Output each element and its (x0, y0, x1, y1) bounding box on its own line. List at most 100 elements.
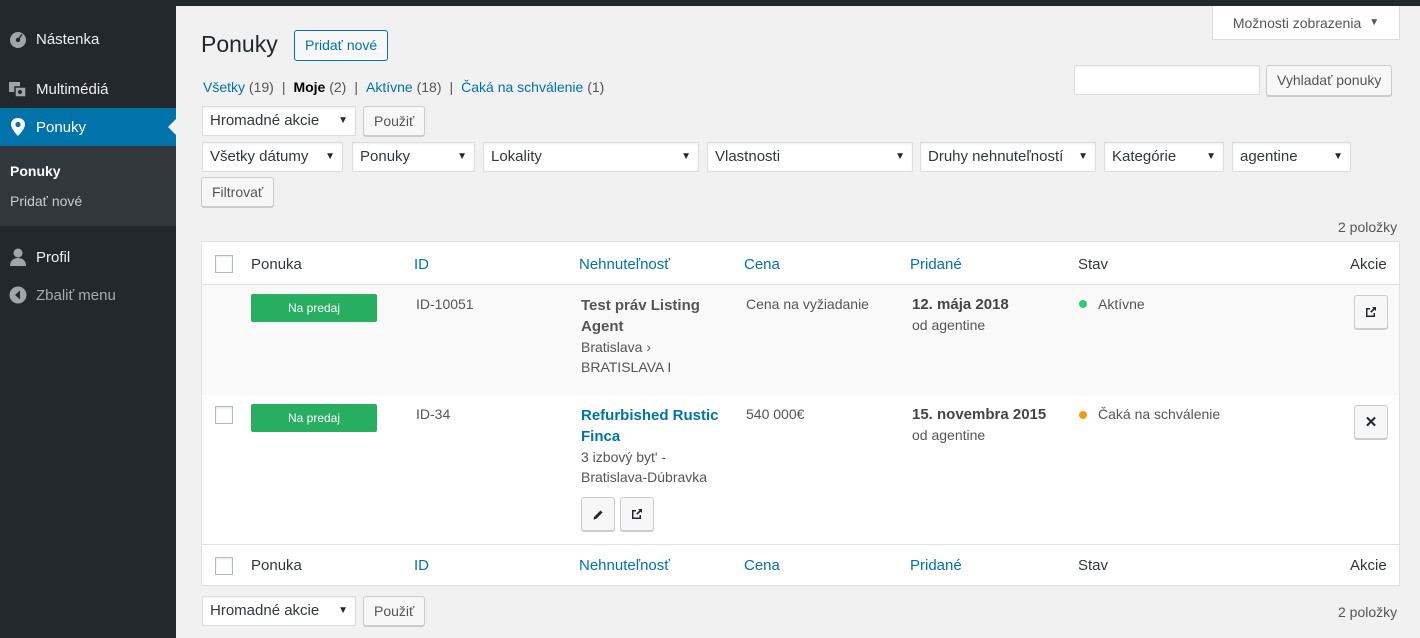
listing-id: ID-10051 (416, 296, 474, 312)
select-all-checkbox[interactable] (215, 255, 233, 273)
media-icon (0, 79, 36, 99)
filter-button[interactable]: Filtrovať (201, 177, 275, 207)
date-filter-select[interactable]: Všetky dátumy ▼ (202, 142, 343, 172)
view-listing-button[interactable] (1354, 295, 1388, 329)
sidebar-item-label: Multimédiá (36, 80, 109, 98)
view-filter-links: Všetky (19) | Moje (2) | Aktívne (18) | … (203, 79, 604, 95)
offers-filter-select[interactable]: Ponuky ▼ (352, 142, 475, 172)
close-icon: ✕ (1364, 414, 1378, 431)
column-added[interactable]: Pridané (910, 256, 962, 273)
listing-author: od agentine (912, 427, 986, 443)
sidebar-item-dashboard[interactable]: Nástenka (0, 20, 176, 58)
property-types-filter-select[interactable]: Druhy nehnuteľností ▼ (920, 142, 1096, 172)
offers-submenu: Ponuky Pridať nové (0, 146, 176, 226)
chevron-down-icon: ▼ (338, 115, 348, 126)
listing-id: ID-34 (416, 406, 451, 422)
properties-filter-select[interactable]: Vlastnosti ▼ (707, 142, 913, 172)
select-all-checkbox-footer[interactable] (215, 557, 233, 575)
admin-bar (0, 0, 1420, 6)
categories-filter-select[interactable]: Kategórie ▼ (1104, 142, 1224, 172)
screen-options-button[interactable]: Možnosti zobrazenia ▼ (1212, 6, 1400, 40)
external-link-icon (632, 509, 642, 519)
sidebar-item-media[interactable]: Multimédiá (0, 70, 176, 108)
chevron-down-icon: ▼ (895, 151, 905, 162)
collapse-icon (0, 286, 36, 304)
listing-location: Bratislava › (581, 339, 652, 355)
view-all[interactable]: Všetky (19) (203, 79, 274, 95)
row-checkbox[interactable] (215, 406, 233, 424)
admin-sidebar: Nástenka Multimédiá Ponuky Ponuky Pridať… (0, 6, 176, 638)
listing-title-link-cont[interactable]: Finca (581, 426, 620, 447)
column-price[interactable]: Cena (744, 256, 780, 273)
column-actions: Akcie (1350, 256, 1387, 273)
chevron-down-icon: ▼ (457, 151, 467, 162)
listing-author: od agentine (912, 317, 986, 333)
sale-badge: Na predaj (251, 294, 377, 322)
column-status: Stav (1078, 557, 1109, 574)
listing-status: Čaká na schválenie (1098, 406, 1221, 422)
sale-badge: Na predaj (251, 404, 377, 432)
listing-status: Aktívne (1098, 296, 1145, 312)
listing-location: 3 izbový byt' - (581, 449, 667, 465)
page-title: Ponuky (201, 31, 278, 57)
listing-location-cont: BRATISLAVA I (581, 359, 672, 375)
column-price[interactable]: Cena (744, 557, 780, 574)
submenu-item-add-new[interactable]: Pridať nové (10, 193, 82, 209)
submenu-item-offers[interactable]: Ponuky (10, 163, 61, 179)
dashboard-icon (0, 29, 36, 49)
bulk-actions-select[interactable]: Hromadné akcie ▼ (202, 106, 356, 136)
column-property[interactable]: Nehnuteľnosť (579, 256, 670, 273)
view-mine[interactable]: Moje (2) (293, 79, 346, 95)
apply-button-bottom[interactable]: Použiť (363, 596, 426, 626)
bulk-actions-value: Hromadné akcie (210, 112, 320, 129)
bulk-actions-select-bottom[interactable]: Hromadné akcie ▼ (202, 596, 356, 626)
location-pin-icon (0, 117, 36, 137)
offers-filter-value: Ponuky (360, 148, 411, 165)
column-actions: Akcie (1350, 557, 1387, 574)
sidebar-item-profile[interactable]: Profil (0, 238, 176, 276)
external-link-icon (1366, 307, 1376, 317)
column-property[interactable]: Nehnuteľnosť (579, 557, 670, 574)
screen-options-label: Možnosti zobrazenia (1232, 14, 1362, 31)
pencil-icon (593, 510, 602, 519)
search-input[interactable] (1074, 65, 1260, 95)
listing-title-link[interactable]: Refurbished Rustic (581, 405, 719, 426)
column-status: Stav (1078, 256, 1109, 273)
column-added[interactable]: Pridané (910, 557, 962, 574)
column-id[interactable]: ID (414, 557, 429, 574)
categories-filter-value: Kategórie (1112, 148, 1177, 165)
apply-button[interactable]: Použiť (363, 106, 426, 136)
sidebar-item-label: Nástenka (36, 30, 100, 48)
view-listing-button[interactable] (620, 497, 654, 531)
listing-date: 15. novembra 2015 (912, 406, 1047, 423)
listing-title: Test práv Listing (581, 297, 700, 314)
items-count: 2 položky (1338, 219, 1398, 235)
divider (202, 544, 1399, 545)
listing-location-cont: Bratislava-Dúbravka (581, 469, 708, 485)
listing-price: 540 000€ (746, 406, 805, 422)
column-offer: Ponuka (251, 557, 302, 574)
status-dot (1079, 411, 1087, 419)
sidebar-item-offers[interactable]: Ponuky (0, 108, 176, 146)
collapse-menu-button[interactable]: Zbaliť menu (0, 276, 176, 314)
add-new-button[interactable]: Pridať nové (294, 30, 389, 61)
offers-table: Ponuka ID Nehnuteľnosť Cena Pridané Stav… (201, 241, 1400, 586)
sidebar-item-label: Profil (36, 248, 71, 266)
agent-filter-select[interactable]: agentine ▼ (1232, 142, 1351, 172)
view-pending[interactable]: Čaká na schválenie (1) (461, 79, 604, 95)
chevron-down-icon: ▼ (338, 605, 348, 616)
edit-listing-button[interactable] (581, 497, 615, 531)
property-types-filter-value: Druhy nehnuteľností (928, 148, 1064, 165)
view-active[interactable]: Aktívne (18) (366, 79, 442, 95)
locations-filter-select[interactable]: Lokality ▼ (483, 142, 699, 172)
search-button[interactable]: Vyhladať ponuky (1266, 65, 1393, 96)
chevron-down-icon: ▼ (325, 151, 335, 162)
listing-date: 12. mája 2018 (912, 296, 1009, 313)
sidebar-item-label: Zbaliť menu (36, 286, 116, 304)
separator: | (449, 79, 454, 95)
caret-down-icon: ▼ (1369, 17, 1380, 28)
chevron-down-icon: ▼ (681, 151, 691, 162)
status-dot (1079, 300, 1087, 308)
column-id[interactable]: ID (414, 256, 429, 273)
delete-listing-button[interactable]: ✕ (1354, 405, 1388, 439)
